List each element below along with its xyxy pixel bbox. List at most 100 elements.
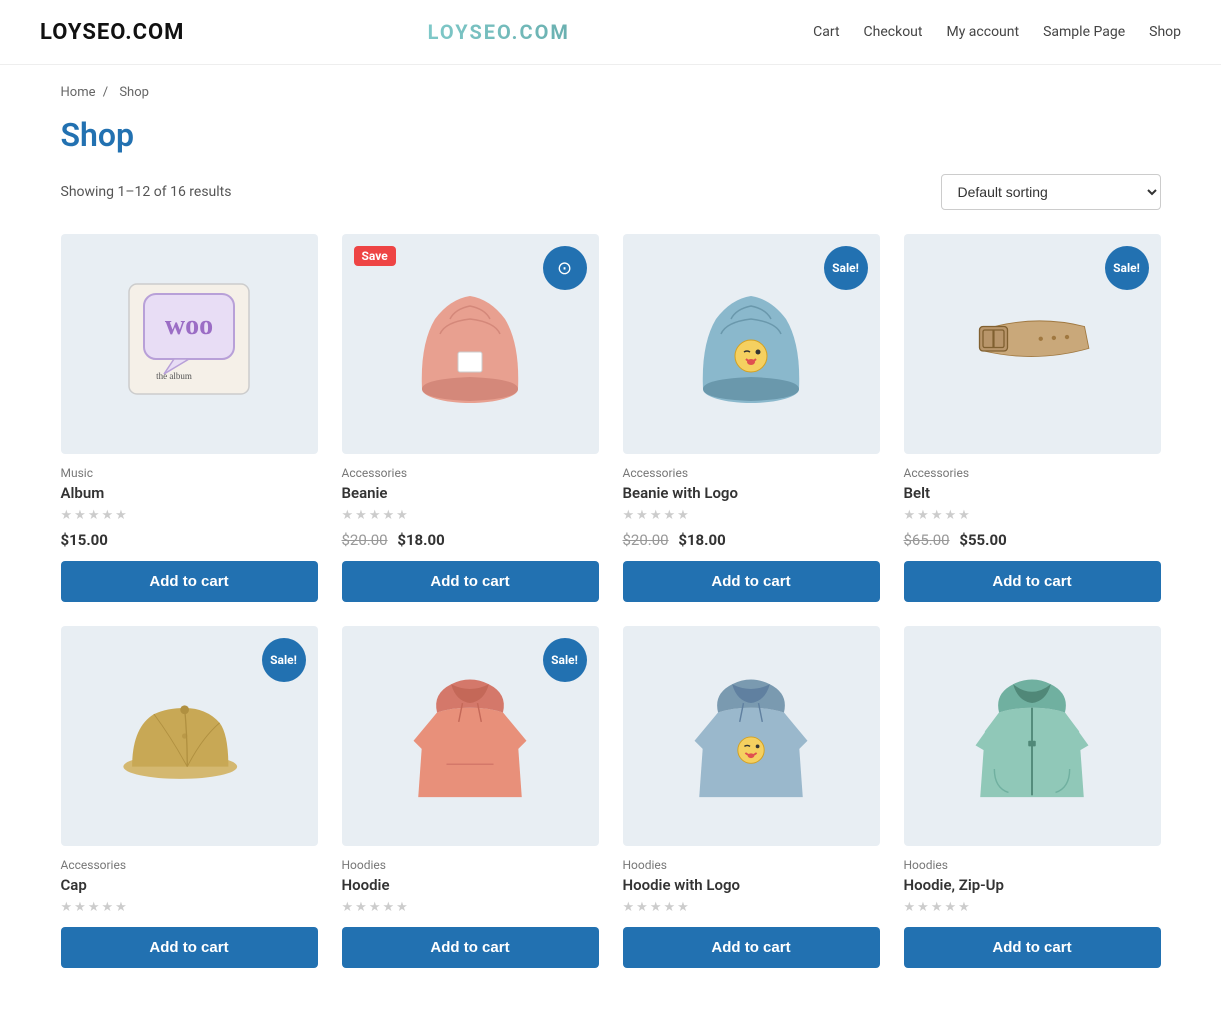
product-image-wrap: Sale! bbox=[61, 626, 318, 846]
add-to-cart-beanie[interactable]: Add to cart bbox=[342, 561, 599, 602]
product-card-belt: Sale! Accessories Belt ★ bbox=[904, 234, 1161, 602]
product-rating: ★ ★ ★ ★ ★ bbox=[904, 900, 1161, 915]
star-1: ★ bbox=[61, 508, 73, 523]
star-2: ★ bbox=[355, 900, 367, 915]
product-card-beanie: Save ⊙ Accessories Beanie ★ bbox=[342, 234, 599, 602]
product-name: Belt bbox=[904, 484, 1161, 502]
product-image-wrap: Save ⊙ bbox=[342, 234, 599, 454]
product-category: Music bbox=[61, 466, 318, 480]
star-4: ★ bbox=[663, 508, 675, 523]
product-name: Beanie with Logo bbox=[623, 484, 880, 502]
star-5: ★ bbox=[396, 508, 408, 523]
star-5: ★ bbox=[958, 900, 970, 915]
product-image-hoodie bbox=[400, 656, 540, 816]
product-grid: woo the album Music Album ★ ★ ★ ★ ★ $15.… bbox=[61, 234, 1161, 968]
breadcrumb-current: Shop bbox=[119, 85, 149, 100]
star-2: ★ bbox=[917, 508, 929, 523]
add-to-cart-hoodie-logo[interactable]: Add to cart bbox=[623, 927, 880, 968]
breadcrumb-home[interactable]: Home bbox=[61, 85, 96, 100]
star-4: ★ bbox=[663, 900, 675, 915]
product-image-hoodie-logo bbox=[681, 656, 821, 816]
star-1: ★ bbox=[904, 508, 916, 523]
star-3: ★ bbox=[931, 900, 943, 915]
product-category: Hoodies bbox=[623, 858, 880, 872]
star-4: ★ bbox=[101, 900, 113, 915]
product-image-beanie bbox=[400, 264, 540, 424]
product-rating: ★ ★ ★ ★ ★ bbox=[623, 900, 880, 915]
nav-checkout[interactable]: Checkout bbox=[864, 24, 923, 40]
star-3: ★ bbox=[650, 508, 662, 523]
star-4: ★ bbox=[382, 508, 394, 523]
product-rating: ★ ★ ★ ★ ★ bbox=[61, 508, 318, 523]
product-card-album: woo the album Music Album ★ ★ ★ ★ ★ $15.… bbox=[61, 234, 318, 602]
product-image-hoodie-zip bbox=[962, 656, 1102, 816]
sort-select[interactable]: Default sorting Sort by popularity Sort … bbox=[941, 174, 1161, 210]
save-badge: Save bbox=[354, 246, 396, 266]
quickview-icon[interactable]: ⊙ bbox=[543, 246, 587, 290]
product-price: $20.00 $18.00 bbox=[342, 531, 599, 549]
product-card-cap: Sale! Accessories Cap bbox=[61, 626, 318, 968]
nav-my-account[interactable]: My account bbox=[946, 24, 1019, 40]
nav-cart[interactable]: Cart bbox=[813, 24, 839, 40]
product-name: Hoodie with Logo bbox=[623, 876, 880, 894]
star-5: ★ bbox=[115, 900, 127, 915]
sale-badge: Sale! bbox=[824, 246, 868, 290]
star-5: ★ bbox=[677, 900, 689, 915]
add-to-cart-album[interactable]: Add to cart bbox=[61, 561, 318, 602]
star-2: ★ bbox=[636, 508, 648, 523]
product-image-wrap: Sale! bbox=[623, 234, 880, 454]
product-price: $20.00 $18.00 bbox=[623, 531, 880, 549]
star-3: ★ bbox=[88, 900, 100, 915]
star-3: ★ bbox=[650, 900, 662, 915]
product-rating: ★ ★ ★ ★ ★ bbox=[61, 900, 318, 915]
star-5: ★ bbox=[396, 900, 408, 915]
add-to-cart-beanie-logo[interactable]: Add to cart bbox=[623, 561, 880, 602]
shop-toolbar: Showing 1–12 of 16 results Default sorti… bbox=[61, 174, 1161, 210]
breadcrumb: Home / Shop bbox=[61, 85, 1161, 100]
product-category: Accessories bbox=[61, 858, 318, 872]
star-3: ★ bbox=[88, 508, 100, 523]
product-card-hoodie-logo: Hoodies Hoodie with Logo ★ ★ ★ ★ ★ Add t… bbox=[623, 626, 880, 968]
product-image-wrap bbox=[623, 626, 880, 846]
star-4: ★ bbox=[101, 508, 113, 523]
product-category: Hoodies bbox=[342, 858, 599, 872]
product-card-hoodie-zip: Hoodies Hoodie, Zip-Up ★ ★ ★ ★ ★ Add to … bbox=[904, 626, 1161, 968]
star-2: ★ bbox=[74, 508, 86, 523]
product-image-wrap: Sale! bbox=[342, 626, 599, 846]
product-category: Accessories bbox=[623, 466, 880, 480]
main-nav: Cart Checkout My account Sample Page Sho… bbox=[813, 24, 1181, 40]
add-to-cart-cap[interactable]: Add to cart bbox=[61, 927, 318, 968]
product-category: Hoodies bbox=[904, 858, 1161, 872]
product-image-beanie-logo bbox=[681, 264, 821, 424]
add-to-cart-hoodie[interactable]: Add to cart bbox=[342, 927, 599, 968]
star-3: ★ bbox=[369, 900, 381, 915]
star-2: ★ bbox=[355, 508, 367, 523]
svg-text:woo: woo bbox=[165, 310, 213, 341]
star-5: ★ bbox=[115, 508, 127, 523]
page-title: Shop bbox=[61, 116, 1161, 154]
product-name: Hoodie, Zip-Up bbox=[904, 876, 1161, 894]
star-3: ★ bbox=[369, 508, 381, 523]
product-image-wrap: woo the album bbox=[61, 234, 318, 454]
product-price: $15.00 bbox=[61, 531, 318, 549]
star-1: ★ bbox=[623, 508, 635, 523]
nav-sample-page[interactable]: Sample Page bbox=[1043, 24, 1125, 40]
add-to-cart-hoodie-zip[interactable]: Add to cart bbox=[904, 927, 1161, 968]
add-to-cart-belt[interactable]: Add to cart bbox=[904, 561, 1161, 602]
product-rating: ★ ★ ★ ★ ★ bbox=[904, 508, 1161, 523]
product-image-belt bbox=[962, 264, 1102, 424]
star-3: ★ bbox=[931, 508, 943, 523]
product-category: Accessories bbox=[342, 466, 599, 480]
logo-center: LOYSEO.COM bbox=[428, 20, 570, 44]
product-rating: ★ ★ ★ ★ ★ bbox=[623, 508, 880, 523]
sale-badge: Sale! bbox=[262, 638, 306, 682]
product-image-wrap bbox=[904, 626, 1161, 846]
sale-badge: Sale! bbox=[543, 638, 587, 682]
nav-shop[interactable]: Shop bbox=[1149, 24, 1181, 40]
product-image-album: woo the album bbox=[119, 264, 259, 424]
product-price: $65.00 $55.00 bbox=[904, 531, 1161, 549]
product-image-wrap: Sale! bbox=[904, 234, 1161, 454]
sale-badge: Sale! bbox=[1105, 246, 1149, 290]
product-card-beanie-logo: Sale! bbox=[623, 234, 880, 602]
star-1: ★ bbox=[342, 900, 354, 915]
